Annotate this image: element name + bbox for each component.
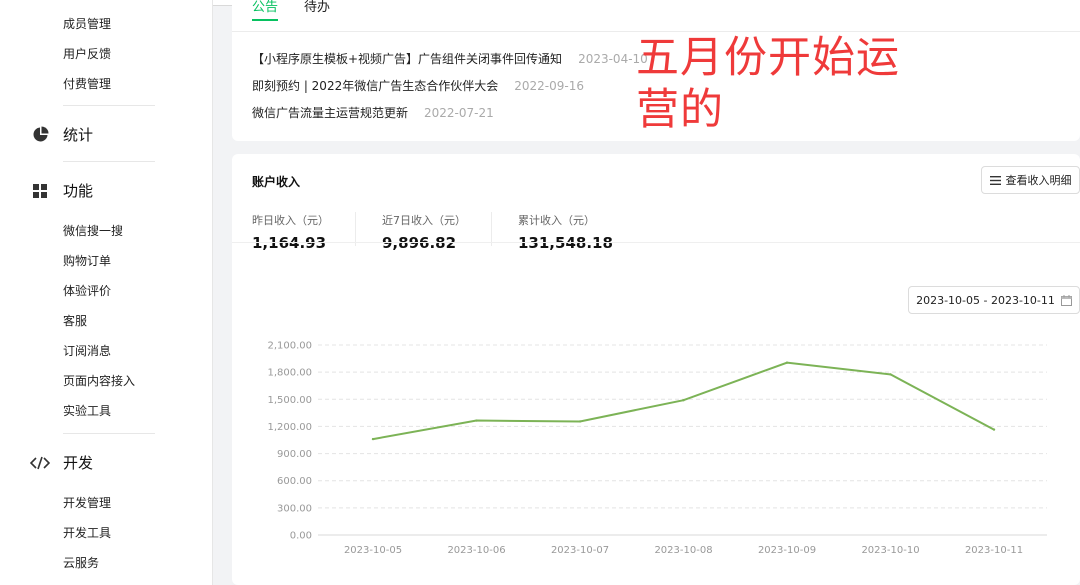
chart-y-tick-label: 1,500.00 — [267, 395, 312, 406]
sidebar-item-dev-management[interactable]: 开发管理 — [63, 495, 111, 511]
chart-data-point — [682, 398, 685, 402]
chart-data-point — [785, 361, 789, 364]
sidebar-item-members[interactable]: 成员管理 — [63, 16, 111, 32]
chart-y-tick-label: 900.00 — [277, 449, 312, 460]
chart-data-point — [475, 419, 478, 422]
chart-data-point — [578, 420, 582, 423]
divider — [63, 105, 155, 106]
announcement-date: 2022-07-21 — [424, 105, 494, 120]
sidebar: 成员管理 用户反馈 付费管理 统计 功能 微信搜一搜 购物订单 体验评价 客服 … — [0, 0, 213, 585]
sidebar-item-content-access[interactable]: 页面内容接入 — [63, 373, 135, 389]
sidebar-item-dev-tools[interactable]: 开发工具 — [63, 525, 111, 541]
chart-y-tick-label: 300.00 — [277, 503, 312, 514]
chart-x-tick-label: 2023-10-06 — [447, 545, 505, 556]
announcement-date: 2022-09-16 — [514, 78, 584, 93]
chart-y-tick-label: 600.00 — [277, 476, 312, 487]
sidebar-item-customer-service[interactable]: 客服 — [63, 313, 87, 329]
income-card: 账户收入 查看收入明细 昨日收入（元） 1,164.93 近7日收入（元） 9,… — [232, 154, 1080, 585]
sidebar-item-cloud-service[interactable]: 云服务 — [63, 555, 99, 571]
pie-chart-icon — [30, 125, 50, 145]
sidebar-section-dev[interactable]: 开发 — [30, 452, 93, 473]
sidebar-section-label: 功能 — [63, 182, 94, 200]
chart-x-tick-label: 2023-10-09 — [758, 545, 816, 556]
sidebar-section-label: 开发 — [63, 454, 94, 472]
sidebar-section-stats[interactable]: 统计 — [30, 124, 93, 145]
sidebar-item-subscriptions[interactable]: 订阅消息 — [63, 343, 111, 359]
chart-data-point — [992, 428, 996, 431]
announcement-item[interactable]: 微信广告流量主运营规范更新 2022-07-21 — [252, 104, 494, 121]
sidebar-section-features[interactable]: 功能 — [30, 180, 93, 201]
tab-announcements[interactable]: 公告 — [252, 0, 279, 21]
sidebar-item-reviews[interactable]: 体验评价 — [63, 283, 111, 299]
chart-y-tick-label: 2,100.00 — [267, 341, 312, 352]
announcement-tabs: 公告 待办 — [252, 0, 330, 21]
divider — [63, 433, 155, 434]
announcement-title: 即刻预约 | 2022年微信广告生态合作伙伴大会 — [252, 79, 499, 93]
chart-x-tick-label: 2023-10-10 — [861, 545, 919, 556]
sidebar-item-feedback[interactable]: 用户反馈 — [63, 46, 111, 62]
sidebar-item-wechat-search[interactable]: 微信搜一搜 — [63, 223, 123, 239]
chart-data-point — [889, 373, 892, 376]
chart-y-tick-label: 1,200.00 — [267, 422, 312, 433]
overlay-annotation-text: 五月份开始运营的 — [636, 33, 900, 135]
income-line-chart: 2,100.00 1,800.00 1,500.00 1,200.00 900.00 60… — [267, 341, 1047, 556]
code-icon — [30, 453, 50, 473]
sidebar-item-experiment-tools[interactable]: 实验工具 — [63, 403, 111, 419]
announcement-title: 【小程序原生模板+视频广告】广告组件关闭事件回传通知 — [252, 52, 563, 66]
chart-x-tick-label: 2023-10-11 — [965, 545, 1023, 556]
chart-y-tick-label: 0.00 — [290, 531, 312, 542]
sidebar-item-payment[interactable]: 付费管理 — [63, 76, 111, 92]
chart-y-tick-label: 1,800.00 — [267, 368, 312, 379]
chart-x-tick-label: 2023-10-05 — [344, 545, 402, 556]
sidebar-item-orders[interactable]: 购物订单 — [63, 253, 111, 269]
tab-todo[interactable]: 待办 — [304, 0, 330, 15]
announcement-item[interactable]: 即刻预约 | 2022年微信广告生态合作伙伴大会 2022-09-16 — [252, 77, 584, 94]
chart-x-tick-label: 2023-10-08 — [654, 545, 712, 556]
grid-icon — [30, 181, 50, 201]
announcement-item[interactable]: 【小程序原生模板+视频广告】广告组件关闭事件回传通知 2023-04-10 — [252, 50, 648, 67]
sidebar-section-label: 统计 — [63, 126, 94, 144]
chart-x-tick-label: 2023-10-07 — [551, 545, 609, 556]
divider — [63, 161, 155, 162]
announcement-title: 微信广告流量主运营规范更新 — [252, 106, 409, 120]
chart-data-point — [371, 437, 375, 441]
